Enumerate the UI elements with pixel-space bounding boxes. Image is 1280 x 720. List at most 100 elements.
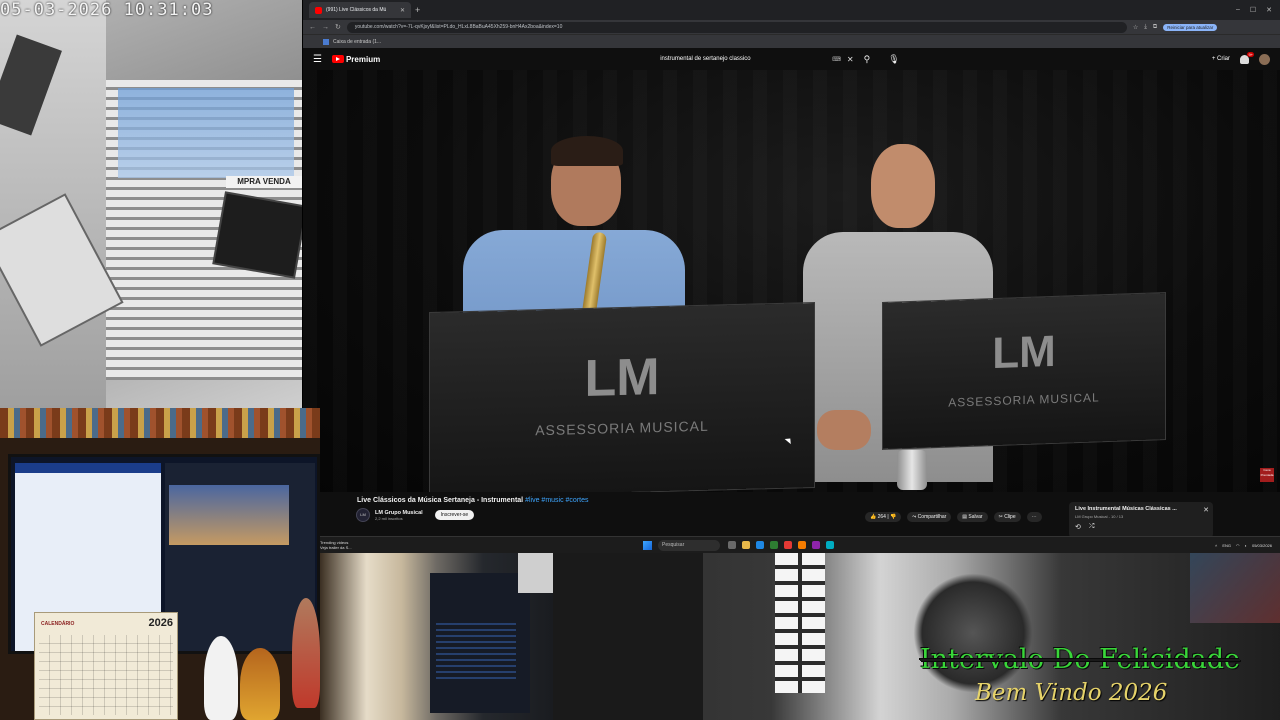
volume-icon[interactable]: ◖ [1245,543,1247,548]
camera-feed-room [320,553,553,720]
camera-feed-desk: CALENDÁRIO 2026 [0,408,320,720]
calendar-year: 2026 [148,617,173,629]
url-field[interactable]: youtube.com/watch?v=-7L-qvKjsyf&list=PLd… [346,21,1127,33]
account-avatar[interactable] [1259,53,1270,65]
new-tab-button[interactable]: + [415,5,420,15]
loop-icon[interactable]: ⟲ [1075,523,1081,531]
like-button[interactable]: 👍 264 | 👎 [865,512,902,522]
video-player[interactable]: LM ASSESSORIA MUSICAL LM ASSESSORIA MUSI… [303,70,1280,492]
playlist-panel: Live Instrumental Músicas Clássicas ... … [1069,502,1213,538]
widgets-area[interactable]: Trending videos Veja trailer da S... [303,540,643,550]
chrome-icon[interactable] [784,541,792,549]
notifications-bell-icon[interactable]: 9+ [1240,51,1254,64]
keyboard-icon[interactable]: ⌨ [832,56,841,63]
channel-watermark[interactable]: Cena Premiada [1260,468,1274,482]
language-indicator[interactable]: ENG [1222,543,1231,548]
wall-tile [518,553,553,593]
pinned-apps [728,541,834,549]
figurine [292,598,320,708]
save-label: Salvar [968,514,983,520]
youtube-header: ☰ Premium instrumental de sertanejo clas… [303,48,1280,70]
hair [551,136,623,166]
tray-chevron-icon[interactable]: ˄ [1215,543,1217,548]
share-button[interactable]: ⤳ Compartilhar [907,512,952,522]
app-icon[interactable] [812,541,820,549]
edge-icon[interactable] [756,541,764,549]
video-title-text: Live Clássicos da Música Sertaneja - Ins… [357,497,524,504]
youtube-logo[interactable]: Premium [331,54,381,64]
logo-text: Premium [345,54,381,64]
more-actions-button[interactable]: ⋯ [1026,512,1042,522]
download-icon[interactable]: ⤓ [1144,24,1147,31]
stream-overlay-subtitle: Bem Vindo 2026 [975,680,1168,706]
bookmark-star-icon[interactable]: ☆ [1133,24,1138,31]
poster [1190,553,1280,623]
stream-composite: MPRA VENDA 05-03-2026 10:31:03 (991) Liv… [0,0,1280,720]
clock-date[interactable]: 05/03/2026 [1252,543,1272,548]
bookmark-item[interactable]: Caixa de entrada (1... [333,39,381,45]
save-button[interactable]: ▤ Salvar [957,512,988,522]
start-button-icon[interactable] [643,540,652,550]
toolbar-icons: ☆ ⤓ ⧉ [1133,24,1157,31]
stream-overlay-title: Intervalo Do Felicidade [920,644,1241,675]
system-tray: ˄ ENG ◠ ◖ 05/03/2026 [1215,543,1280,548]
watermark-text: Cena Premiada [1260,468,1274,477]
hand [817,410,871,450]
stand-brand: ASSESSORIA MUSICAL [948,390,1100,410]
create-button[interactable]: + Criar [1212,56,1230,62]
hanging-laptop [214,193,302,277]
channel-meta: LM Grupo Musical 2,2 mil inscritos [375,510,423,521]
minimize-icon[interactable]: – [1236,6,1240,14]
trumpet [897,450,927,490]
close-playlist-icon[interactable]: ✕ [1203,506,1209,514]
figurine [204,636,238,720]
search-box[interactable]: instrumental de sertanejo classico ⌨ ✕ ⚲ [660,52,870,66]
window [118,88,294,178]
video-hashtags[interactable]: #live #music #cortes [525,497,588,504]
hamburger-menu-icon[interactable]: ☰ [313,54,322,65]
task-view-icon[interactable] [728,541,736,549]
subscribe-button[interactable]: Inscrever-se [434,510,475,520]
close-tab-icon[interactable]: ✕ [400,7,405,14]
calendar-grid [39,635,173,715]
reload-icon[interactable]: ↻ [335,23,341,31]
back-icon[interactable]: ← [309,24,316,31]
stand-logo: LM [584,348,660,408]
calendar-label: CALENDÁRIO [41,621,75,627]
microphone-icon[interactable]: 🎙 [888,54,899,65]
window-controls: – ☐ ✕ [1236,6,1280,14]
subscriber-count: 2,2 mil inscritos [375,515,403,521]
maximize-icon[interactable]: ☐ [1250,6,1256,14]
address-bar-row: ← → ↻ youtube.com/watch?v=-7L-qvKjsyf&li… [303,20,1280,34]
notification-badge: 9+ [1247,51,1254,57]
wifi-icon[interactable]: ◠ [1236,543,1240,548]
shuffle-icon[interactable]: ⤮ [1089,523,1095,531]
clip-button[interactable]: ✂ Clipe [993,512,1021,522]
head [871,144,935,228]
bookmarks-bar: Caixa de entrada (1... [303,34,1280,48]
shop-sign: MPRA VENDA [226,176,302,188]
screen-content [436,623,516,683]
store-icon[interactable] [770,541,778,549]
taskbar-search[interactable]: Pesquisar [658,539,720,551]
restart-update-button[interactable]: Reiniciar para atualizar [1163,23,1218,31]
clear-search-icon[interactable]: ✕ [847,55,854,64]
app-icon[interactable] [798,541,806,549]
tab-youtube[interactable]: (991) Live Clássicos da Mú ✕ [309,2,411,18]
forward-icon[interactable]: → [322,24,329,31]
youtube-favicon-icon [315,6,322,14]
search-icon[interactable]: ⚲ [864,54,871,65]
file-explorer-icon[interactable] [742,541,750,549]
tab-bar: (991) Live Clássicos da Mú ✕ + – ☐ ✕ [303,0,1280,20]
channel-name[interactable]: LM Grupo Musical [375,510,423,516]
barred-window [775,553,825,693]
channel-avatar[interactable]: LM [357,509,369,521]
playlist-title[interactable]: Live Instrumental Músicas Clássicas ... [1075,506,1199,512]
playlist-controls: ⟲ ⤮ [1075,523,1207,531]
app-icon[interactable] [826,541,834,549]
close-window-icon[interactable]: ✕ [1266,6,1272,14]
search-input[interactable]: instrumental de sertanejo classico [660,56,826,62]
monitor-right-window [165,463,315,651]
share-label: Compartilhar [917,514,947,520]
extensions-icon[interactable]: ⧉ [1153,24,1157,31]
